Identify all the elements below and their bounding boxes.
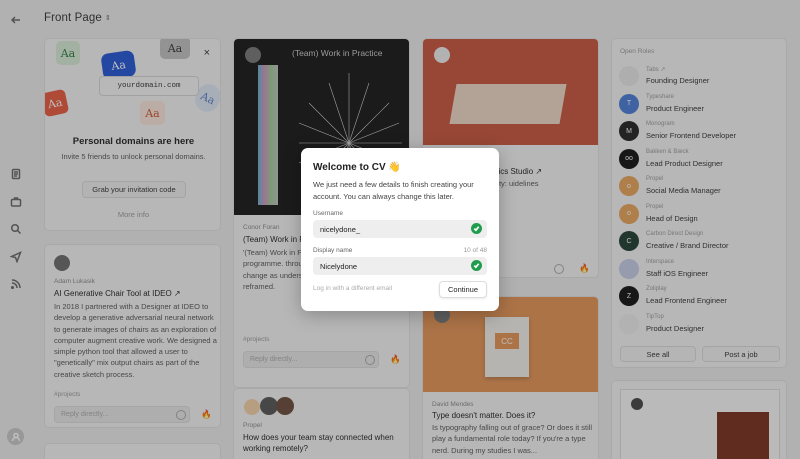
- continue-button[interactable]: Continue: [439, 281, 487, 298]
- username-label: Username: [313, 210, 343, 217]
- check-icon: [471, 223, 482, 234]
- modal-description: We just need a few details to finish cre…: [313, 180, 474, 201]
- character-count: 10 of 48: [463, 247, 488, 254]
- welcome-modal: Welcome to CV 👋 We just need a few detai…: [301, 148, 499, 311]
- modal-title: Welcome to CV 👋: [313, 162, 401, 173]
- alt-login-link[interactable]: Log in with a different email: [313, 285, 392, 292]
- username-value: nicelydone_: [320, 224, 361, 234]
- username-field[interactable]: nicelydone_: [313, 220, 487, 238]
- display-name-label: Display name: [313, 247, 353, 254]
- check-icon: [471, 260, 482, 271]
- display-name-field[interactable]: Nicelydone: [313, 257, 487, 275]
- display-name-value: Nicelydone: [320, 261, 358, 271]
